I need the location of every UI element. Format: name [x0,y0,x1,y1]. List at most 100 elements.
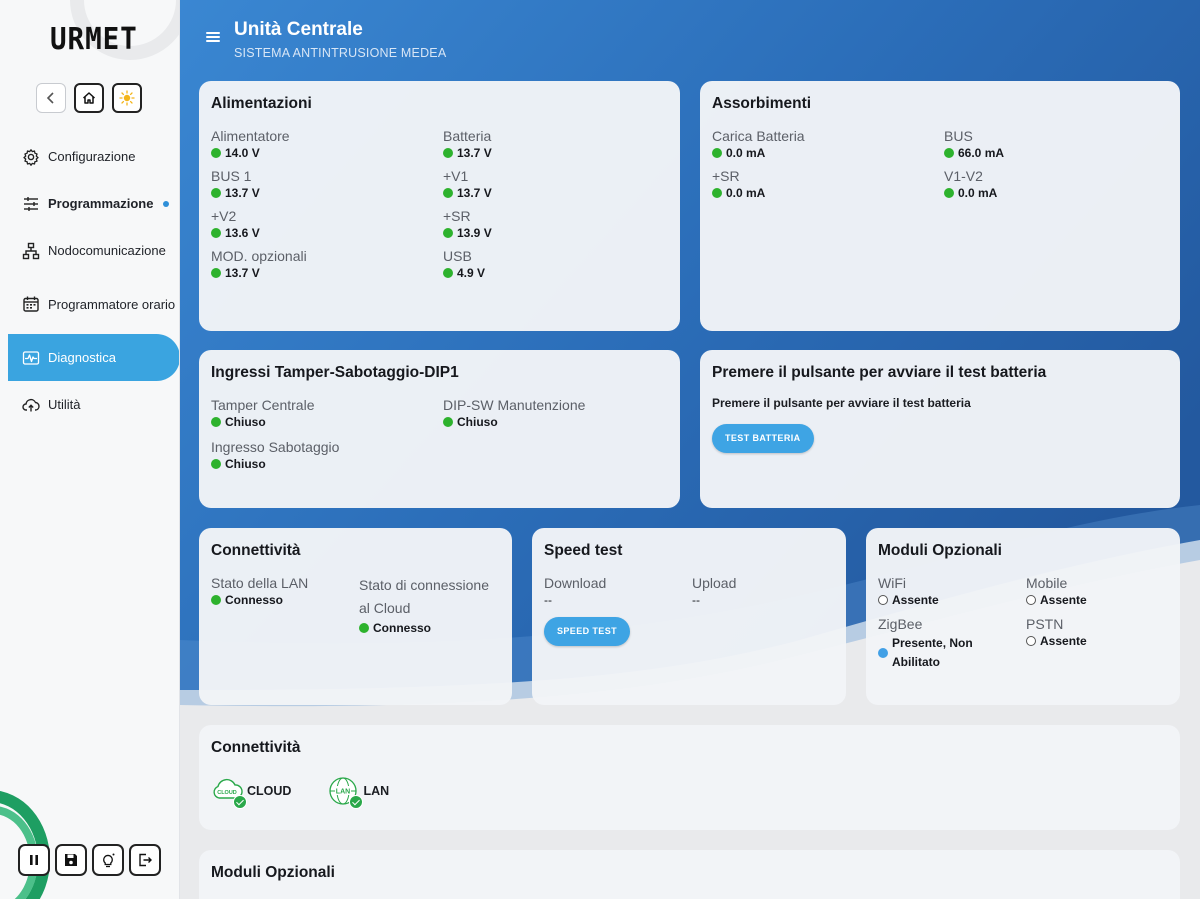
status-led [211,417,221,427]
status-led [211,459,221,469]
cloud-status: CLOUD CLOUD [211,775,291,809]
field: +SR 0.0 mA [712,167,944,200]
field: USB 4.9 V [443,247,668,280]
field-label: Mobile [1026,575,1068,591]
tips-button[interactable] [92,844,124,876]
cloud-upload-icon [22,398,40,411]
menu-icon[interactable] [206,32,220,42]
status-led [443,148,453,158]
status-led [712,148,722,158]
alimentazioni-card: Alimentazioni Alimentatore 14.0 V Batteri… [199,81,680,331]
field: BUS 1 13.7 V [211,167,443,200]
sidebar-item-configurazione[interactable]: Configurazione [0,133,179,180]
status-led [712,188,722,198]
field: DIP-SW Manutenzione Chiuso [443,396,668,429]
field-value: Chiuso [457,415,498,429]
pause-icon [30,855,38,865]
field-value: Chiuso [225,415,266,429]
field-label: V1-V2 [944,168,983,184]
field: Download -- [544,574,692,607]
save-icon [65,854,77,866]
speed-test-grid: Download -- Upload -- [544,574,834,607]
connection-status-row: CLOUD CLOUD LAN LAN [211,775,1168,809]
card-title: Connettività [211,542,301,559]
urmet-logo: URMET [50,22,138,57]
field-value: 13.7 V [225,186,260,200]
logout-button[interactable] [129,844,161,876]
field: +SR 13.9 V [443,207,668,240]
save-button[interactable] [55,844,87,876]
card-title: Moduli Opzionali [878,542,1002,559]
sidebar-item-diagnostica[interactable]: Diagnostica [8,334,179,381]
pause-button[interactable] [18,844,50,876]
field: Ingresso Sabotaggio Chiuso [211,438,443,471]
field-label: Tamper Centrale [211,397,315,413]
field-value: 0.0 mA [726,186,766,200]
ingressi-grid: Tamper Centrale Chiuso DIP-SW Manutenzion… [211,396,668,471]
home-button[interactable] [74,83,104,113]
field-label: BUS [944,128,973,144]
sidebar-item-programmazione[interactable]: Programmazione [0,180,179,227]
top-toolbar [36,83,142,113]
connettivita-grid: Stato della LAN Connesso Stato di connes… [211,574,500,635]
sidebar-item-label: Configurazione [48,149,136,164]
lan-connected-icon: LAN [327,775,364,809]
status-led [211,188,221,198]
lan-icon-label: LAN [336,789,350,796]
check-icon [233,795,247,809]
lan-status: LAN LAN [327,775,389,809]
field-label: MOD. opzionali [211,248,307,264]
back-button[interactable] [36,83,66,113]
sidebar-item-programmatore-orario[interactable]: Programmatore orario [0,274,179,334]
theme-toggle-button[interactable] [112,83,142,113]
network-icon [22,242,40,259]
sidebar-item-label: Programmazione [48,196,154,211]
field: WiFi Assente [878,574,1026,607]
field-label: BUS 1 [211,168,252,184]
field: +V1 13.7 V [443,167,668,200]
connettivita-icons-card: Connettività CLOUD CLOUD LAN LAN [199,725,1180,830]
field-value: 14.0 V [225,146,260,160]
field-value: Assente [892,593,939,607]
test-batteria-button[interactable]: TEST BATTERIA [712,424,814,453]
status-led [443,417,453,427]
field: Stato di connessione al Cloud Connesso [359,574,500,635]
status-led [211,268,221,278]
sidebar-item-label: Programmatore orario [48,296,176,312]
sidebar-item-utilita[interactable]: Utilità [0,381,179,428]
sun-icon [119,90,135,106]
speed-test-button[interactable]: SPEED TEST [544,617,631,646]
assorbimenti-card: Assorbimenti Carica Batteria 0.0 mA BUS 66… [700,81,1180,331]
field: Batteria 13.7 V [443,127,668,160]
field-label: Carica Batteria [712,128,805,144]
field-label: Upload [692,575,737,591]
field: Stato della LAN Connesso [211,574,359,635]
status-led [1026,636,1036,646]
moduli-grid: WiFi Assente Mobile Assente ZigBee Presente… [878,574,1168,672]
field: V1-V2 0.0 mA [944,167,1168,200]
field-label: Batteria [443,128,492,144]
sidebar-item-label: Utilità [48,397,81,412]
sliders-icon [24,196,38,211]
sidebar-item-label: Diagnostica [48,350,116,365]
moduli-opzionali-card-2: Moduli Opzionali [199,850,1180,899]
field-value: -- [544,593,552,607]
status-led [211,595,221,605]
sidebar: URMET Configurazione Programmazione Nodo… [0,0,180,899]
field: Tamper Centrale Chiuso [211,396,443,429]
field-value: 13.9 V [457,226,492,240]
sidebar-item-nodocomunicazione[interactable]: Nodocomunicazione [0,227,179,274]
field-label: DIP-SW Manutenzione [443,397,586,413]
cloud-connected-icon: CLOUD [211,775,247,809]
field-label: +SR [712,168,740,184]
field-label: +SR [443,208,471,224]
field-label: Stato di connessione al Cloud [359,577,489,616]
field: ZigBee Presente, Non Abilitato [878,615,1026,672]
field-label: Ingresso Sabotaggio [211,439,340,455]
connettivita-card: Connettività Stato della LAN Connesso St… [199,528,512,705]
card-title: Ingressi Tamper-Sabotaggio-DIP1 [211,364,459,381]
status-led [443,268,453,278]
moduli-opzionali-card: Moduli Opzionali WiFi Assente Mobile Assen… [866,528,1180,705]
status-led [443,188,453,198]
sidebar-item-label: Nodocomunicazione [48,243,166,258]
